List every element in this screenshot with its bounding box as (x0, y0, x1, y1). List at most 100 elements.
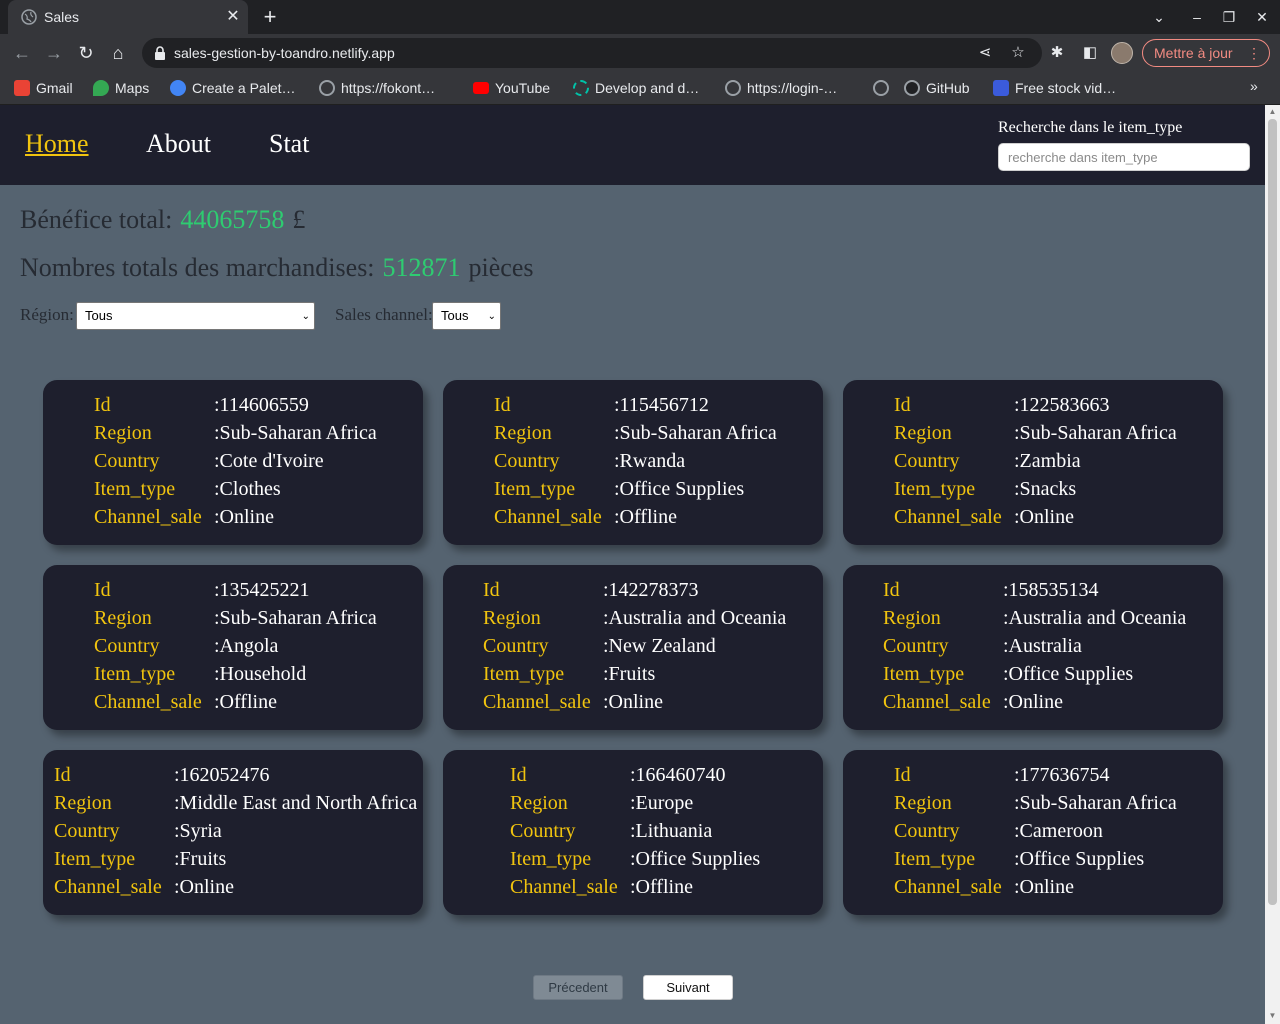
card-key-country: Country (883, 635, 949, 657)
profile-avatar[interactable] (1111, 42, 1133, 64)
card-value-channel-sale: :Online (1014, 506, 1074, 528)
card-value-id: :162052476 (174, 764, 270, 786)
bookmark-login[interactable]: https://login-… (725, 78, 837, 98)
card-value-channel-sale: :Offline (214, 691, 277, 713)
extensions-icon[interactable]: ✱ (1046, 42, 1068, 64)
card-value-country: :Cameroon (1014, 820, 1103, 842)
bookmark-palette[interactable]: Create a Palet… (170, 78, 296, 98)
home-icon[interactable]: ⌂ (107, 42, 129, 64)
bookmark-fokont[interactable]: https://fokont… (319, 78, 435, 98)
card-key-country: Country (894, 450, 960, 472)
tab-title: Sales (44, 9, 80, 25)
bookmark-youtube[interactable]: YouTube (473, 78, 550, 98)
bookmark-stock-video[interactable]: Free stock vid… (993, 78, 1116, 98)
bookmark-maps[interactable]: Maps (93, 78, 149, 98)
scroll-up-icon[interactable]: ▲ (1268, 107, 1277, 117)
card-key-region: Region (894, 422, 952, 444)
card-value-item-type: :Household (214, 663, 307, 685)
card-value-id: :135425221 (214, 579, 310, 601)
card-value-id: :122583663 (1014, 394, 1110, 416)
card-key-country: Country (510, 820, 576, 842)
channel-filter-label: Sales channel: (335, 305, 433, 324)
bookmark-github[interactable]: GitHub (904, 78, 970, 98)
nav-link-stat[interactable]: Stat (269, 129, 309, 159)
address-bar[interactable]: sales-gestion-by-toandro.netlify.app ⋖ ☆ (142, 38, 1042, 68)
card-key-item-type: Item_type (894, 848, 976, 870)
page-viewport: Home About Stat Recherche dans le item_t… (0, 105, 1265, 1024)
sales-record-card: Id:115456712 Region:Sub-Saharan Africa Cou… (443, 380, 823, 545)
previous-page-button[interactable]: Précedent (533, 975, 623, 1000)
bookmark-develop[interactable]: Develop and d… (573, 78, 699, 98)
card-value-region: :Australia and Oceania (603, 607, 787, 629)
lock-icon (155, 46, 165, 60)
tab-search-icon[interactable]: ⌄ (1148, 6, 1170, 28)
nav-link-about[interactable]: About (146, 129, 211, 159)
bookmark-label: https://login-… (747, 80, 838, 96)
card-value-item-type: :Office Supplies (630, 848, 761, 870)
channel-select[interactable]: Tous ⌄ (432, 302, 501, 330)
new-tab-button[interactable]: + (260, 6, 280, 28)
bookmark-untitled[interactable] (873, 78, 895, 98)
bookmarks-more-icon[interactable]: » (1250, 78, 1258, 94)
back-icon[interactable]: ← (11, 42, 33, 64)
bookmark-label: YouTube (495, 80, 551, 96)
bookmark-gmail[interactable]: Gmail (14, 78, 73, 98)
forward-icon[interactable]: → (43, 42, 65, 64)
develop-icon (573, 80, 589, 96)
region-select-value: Tous (85, 308, 113, 323)
side-panel-icon[interactable]: ◧ (1079, 42, 1101, 64)
bookmark-label: Create a Palet… (192, 80, 296, 96)
region-filter-label: Région: (20, 305, 74, 324)
site-navbar: Home About Stat Recherche dans le item_t… (0, 105, 1265, 185)
sales-record-card: Id:162052476 Region:Middle East and North… (43, 750, 423, 915)
card-key-region: Region (883, 607, 941, 629)
card-value-region: :Australia and Oceania (1003, 607, 1187, 629)
card-key-region: Region (483, 607, 541, 629)
card-value-channel-sale: :Offline (614, 506, 677, 528)
scroll-down-icon[interactable]: ▼ (1268, 1011, 1277, 1021)
card-key-region: Region (54, 792, 112, 814)
nav-link-home[interactable]: Home (25, 129, 89, 159)
card-key-id: Id (894, 394, 911, 416)
card-value-channel-sale: :Online (174, 876, 234, 898)
share-icon[interactable]: ⋖ (975, 43, 995, 63)
card-key-item-type: Item_type (94, 478, 176, 500)
card-key-id: Id (510, 764, 527, 786)
sales-record-card: Id:114606559 Region:Sub-Saharan Africa Cou… (43, 380, 423, 545)
item-type-search-input[interactable] (998, 143, 1250, 171)
close-window-icon[interactable]: ✕ (1251, 6, 1273, 28)
card-value-channel-sale: :Online (1003, 691, 1063, 713)
scrollbar-thumb[interactable] (1268, 119, 1277, 905)
update-button[interactable]: Mettre à jour ⋮ (1142, 39, 1270, 67)
total-goods-unit: pièces (468, 253, 534, 282)
card-key-item-type: Item_type (494, 478, 576, 500)
minimize-icon[interactable]: – (1186, 6, 1208, 28)
reload-icon[interactable]: ↻ (75, 42, 97, 64)
next-page-button[interactable]: Suivant (643, 975, 733, 1000)
globe-icon (21, 9, 37, 25)
card-value-country: :Cote d'Ivoire (214, 450, 324, 472)
card-value-region: :Europe (630, 792, 694, 814)
card-value-item-type: :Snacks (1014, 478, 1077, 500)
bookmark-star-icon[interactable]: ☆ (1008, 43, 1028, 63)
card-value-item-type: :Office Supplies (614, 478, 745, 500)
browser-toolbar: ← → ↻ ⌂ sales-gestion-by-toandro.netlify… (0, 34, 1280, 72)
card-key-region: Region (494, 422, 552, 444)
card-key-region: Region (894, 792, 952, 814)
region-select[interactable]: Tous ⌄ (76, 302, 315, 330)
total-profit-value: 44065758 (180, 205, 285, 234)
vertical-scrollbar[interactable]: ▲ ▼ (1265, 105, 1280, 1024)
globe-icon (725, 80, 741, 96)
bookmark-label: GitHub (926, 80, 970, 96)
card-key-id: Id (494, 394, 511, 416)
restore-icon[interactable]: ❐ (1218, 6, 1240, 28)
card-value-country: :Australia (1003, 635, 1082, 657)
card-value-item-type: :Office Supplies (1003, 663, 1134, 685)
browser-tab[interactable]: Sales ✕ (8, 0, 248, 34)
url-text: sales-gestion-by-toandro.netlify.app (174, 45, 395, 61)
total-profit-unit: £ (292, 205, 306, 234)
sales-record-card: Id:142278373 Region:Australia and Oceania… (443, 565, 823, 730)
card-key-channel-sale: Channel_sale (483, 691, 591, 713)
tab-close-icon[interactable]: ✕ (224, 8, 242, 26)
card-key-item-type: Item_type (54, 848, 136, 870)
